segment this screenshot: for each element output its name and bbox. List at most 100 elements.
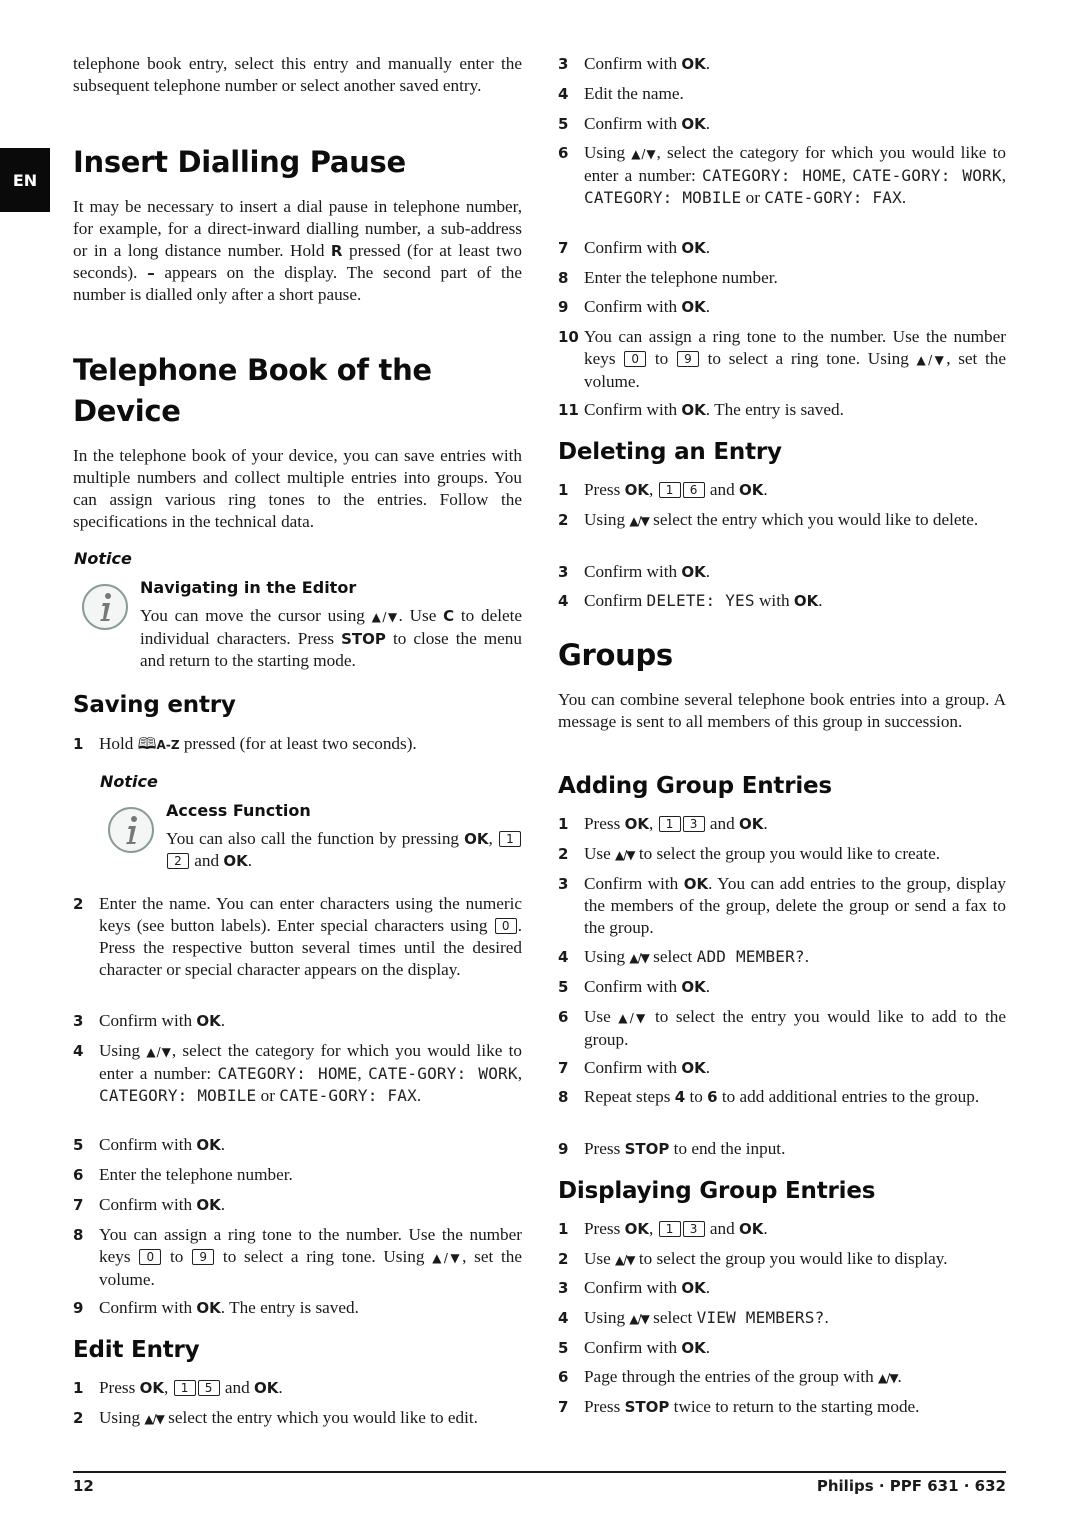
list-item: 3 Confirm with OK. [558,1277,1006,1299]
button-name: OK [624,815,649,833]
list-item: 6 Using ▲/▼, select the category for whic… [558,142,1006,209]
step-number: 8 [558,1088,569,1106]
heading-groups: Groups [558,638,673,672]
list-item: 5 Confirm with OK. [558,1337,1006,1359]
display-text: CATE-GORY: FAX [764,188,902,207]
step-number: 8 [73,1226,84,1244]
display-text: CATEGORY: HOME [702,166,842,185]
step-text: Confirm with OK. [584,297,711,316]
step-number: 2 [558,845,569,863]
step-number: 3 [558,1279,569,1297]
button-name: OK [196,1299,221,1317]
step-text: Press STOP to end the input. [584,1139,786,1158]
button-name: OK [196,1136,221,1154]
step-text: Confirm with OK. The entry is saved. [584,400,844,419]
list-item: 9 Confirm with OK. [558,296,1006,318]
list-item: 2 Using ▲/▼ select the entry which you wo… [558,509,1006,532]
notice-title-navigating: Navigating in the Editor [140,578,357,597]
step-text: Confirm with OK. [584,238,711,257]
step-text: Enter the name. You can enter characters… [99,894,522,979]
step-number: 8 [558,269,569,287]
list-item: 2 Enter the name. You can enter character… [73,893,522,981]
step-text: You can assign a ring tone to the number… [99,1225,523,1289]
step-text: Confirm with OK. [584,54,711,73]
step-number: 2 [558,1250,569,1268]
key-5-icon: 5 [197,1380,220,1396]
list-item: 1 Hold 🕮A-Z pressed (for at least two sec… [73,733,522,756]
footer-brand: Philips · PPF 631 · 632 [816,1477,1006,1495]
display-text: CATE-GORY: FAX [279,1086,417,1105]
step-number: 4 [558,85,569,103]
list-item: 5 Confirm with OK. [73,1134,522,1156]
key-3-icon: 3 [682,1221,705,1237]
button-name: OK [681,298,706,316]
step-number: 1 [558,815,569,833]
heading-displaying-group-entries: Displaying Group Entries [558,1178,876,1204]
step-text: Press OK, 15 and OK. [99,1378,283,1397]
up-down-arrows-icon: ▲/▼ [144,1412,164,1426]
list-item: 8 You can assign a ring tone to the numbe… [73,1224,522,1291]
list-item: 2 Use ▲/▼ to select the group you would l… [558,843,1006,866]
button-name: OK [681,1339,706,1357]
info-icon [108,807,154,853]
button-name: STOP [624,1398,670,1416]
list-item: 8 Enter the telephone number. [558,267,1006,289]
button-name: OK [681,115,706,133]
step-number: 6 [73,1166,84,1184]
key-1-icon: 1 [173,1380,196,1396]
key-9-icon: 9 [676,351,699,367]
list-item: 3 Confirm with OK. [73,1010,522,1032]
step-number: 7 [558,1398,569,1416]
step-number: 6 [558,144,569,162]
step-text: Confirm with OK. The entry is saved. [99,1298,359,1317]
list-item: 2 Use ▲/▼ to select the group you would l… [558,1248,1006,1271]
list-item: 2 Using ▲/▼ select the entry which you wo… [73,1407,522,1430]
list-item: 6 Enter the telephone number. [73,1164,522,1186]
step-text: Confirm with OK. [99,1195,226,1214]
up-down-arrows-icon: ▲/▼ [629,951,649,965]
list-item: 1 Press OK, 16 and OK. [558,479,1006,501]
step-number: 6 [558,1008,569,1026]
button-name: OK [223,852,248,870]
step-number: 3 [558,563,569,581]
key-0-icon: 0 [494,918,517,934]
up-down-arrows-icon: ▲/▼ [615,848,635,862]
display-text: CATEGORY: MOBILE [99,1086,257,1105]
step-number: 3 [558,875,569,893]
list-item: 3 Confirm with OK. [558,561,1006,583]
list-item: 7 Confirm with OK. [558,237,1006,259]
list-item: 6 Use ▲/▼ to select the entry you would l… [558,1006,1006,1051]
display-text: CATEGORY: HOME [217,1064,358,1083]
button-name: C [443,607,455,625]
notice-label: Notice [74,549,132,568]
step-number: 1 [73,735,84,753]
step-number: 7 [558,1059,569,1077]
step-text: Using ▲/▼, select the category for which… [584,143,1006,207]
button-name: OK [738,481,764,499]
language-label: EN [12,170,38,190]
button-name: OK [681,563,706,581]
notice-title-access-function: Access Function [166,801,311,820]
step-text: Confirm with OK. [584,1278,711,1297]
display-text: CATE-GORY: WORK [852,166,1002,185]
step-number: 4 [558,948,569,966]
step-number: 5 [73,1136,84,1154]
button-name: OK [681,401,706,419]
step-number: 1 [558,1220,569,1238]
step-text: Page through the entries of the group wi… [584,1367,902,1386]
list-item: 4 Using ▲/▼ select ADD MEMBER?. [558,946,1006,969]
heading-edit-entry: Edit Entry [73,1337,200,1363]
button-name: STOP [624,1140,670,1158]
step-number: 2 [73,1409,84,1427]
step-text: You can assign a ring tone to the number… [584,327,1007,391]
button-name: OK [464,830,489,848]
step-number: 2 [73,895,84,913]
list-item: 7 Confirm with OK. [558,1057,1006,1079]
button-name: OK [683,875,709,893]
step-text: Confirm with OK. [584,977,711,996]
step-text: Confirm with OK. [584,114,711,133]
button-name: OK [681,978,706,996]
up-down-arrows-icon: ▲/▼ [146,1045,173,1059]
button-name: OK [738,1220,764,1238]
step-text: Confirm with OK. [99,1011,226,1030]
